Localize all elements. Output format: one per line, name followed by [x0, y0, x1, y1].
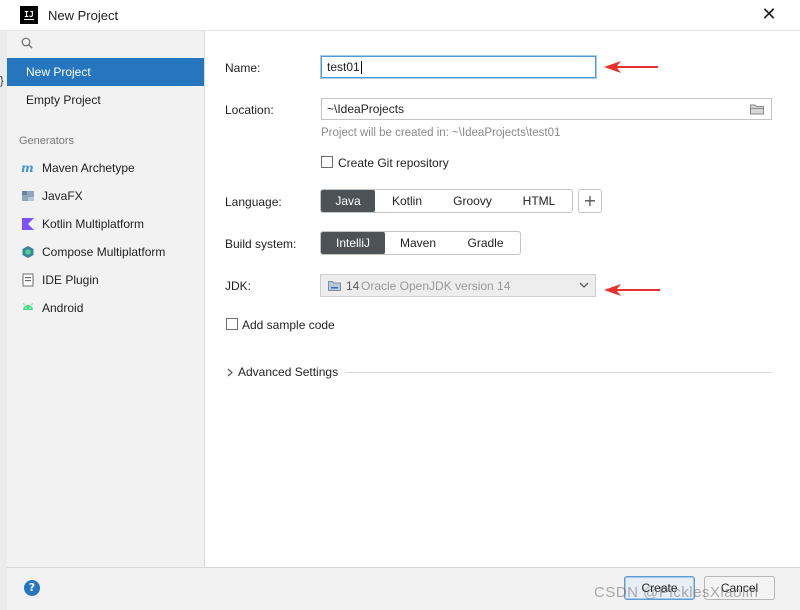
add-sample-code-checkbox[interactable]: [226, 318, 238, 330]
left-edge-glyph: }: [0, 75, 4, 87]
sidebar-item-javafx[interactable]: JavaFX: [7, 182, 204, 210]
advanced-settings-toggle[interactable]: Advanced Settings: [225, 365, 772, 381]
svg-text:m: m: [21, 161, 34, 175]
sidebar-item-label: Compose Multiplatform: [42, 245, 166, 259]
name-input[interactable]: test01: [321, 56, 596, 78]
language-option-java[interactable]: Java: [321, 190, 375, 212]
generators-header: Generators: [19, 135, 75, 147]
build-system-label: Build system:: [225, 237, 297, 251]
text-caret: [360, 61, 362, 75]
jdk-name: Oracle OpenJDK version 14: [361, 279, 511, 293]
create-git-label: Create Git repository: [338, 156, 449, 170]
cancel-button[interactable]: Cancel: [704, 576, 775, 600]
sidebar-item-ide-plugin[interactable]: IDE Plugin: [7, 266, 204, 294]
add-sample-code-label: Add sample code: [242, 318, 335, 332]
jdk-version: 14: [346, 279, 360, 293]
close-button[interactable]: ✕: [758, 4, 780, 26]
divider: [345, 372, 772, 373]
left-edge-strip: }: [0, 31, 7, 610]
annotation-arrow-icon: [604, 61, 658, 73]
language-segmented-control: Java Kotlin Groovy HTML: [320, 189, 573, 213]
help-button[interactable]: ?: [24, 580, 40, 596]
language-label: Language:: [225, 195, 282, 209]
sidebar-item-label: Maven Archetype: [42, 161, 135, 175]
language-option-html[interactable]: HTML: [506, 190, 572, 212]
location-input[interactable]: ~\IdeaProjects: [321, 98, 772, 120]
name-label: Name:: [225, 61, 261, 75]
dialog-footer: ? Create Cancel CSDN @PicklesXiaolin: [7, 567, 800, 610]
language-option-groovy[interactable]: Groovy: [439, 190, 506, 212]
maven-icon: m: [21, 161, 34, 175]
kotlin-icon: [22, 218, 34, 230]
location-label: Location:: [225, 103, 274, 117]
sidebar: New Project Empty Project Generators m M…: [7, 31, 205, 567]
compose-icon: [22, 246, 34, 258]
advanced-settings-label: Advanced Settings: [238, 365, 339, 379]
window-title: New Project: [48, 8, 119, 23]
build-option-gradle[interactable]: Gradle: [451, 232, 520, 254]
name-input-value: test01: [327, 60, 360, 74]
intellij-logo-icon: IJ: [20, 6, 38, 24]
folder-icon[interactable]: [750, 103, 764, 115]
sidebar-item-kotlin-multiplatform[interactable]: Kotlin Multiplatform: [7, 210, 204, 238]
jdk-label: JDK:: [225, 279, 252, 293]
title-bar: IJ New Project ✕: [0, 0, 800, 31]
annotation-arrow-icon: [604, 284, 660, 296]
sidebar-item-label: JavaFX: [42, 189, 83, 203]
sidebar-item-android[interactable]: Android: [7, 294, 204, 322]
android-icon: [23, 303, 33, 310]
build-option-intellij[interactable]: IntelliJ: [321, 232, 385, 254]
sidebar-item-maven-archetype[interactable]: m Maven Archetype: [7, 154, 204, 182]
sidebar-item-compose-multiplatform[interactable]: Compose Multiplatform: [7, 238, 204, 266]
create-git-checkbox[interactable]: [321, 156, 333, 168]
build-option-maven[interactable]: Maven: [385, 232, 451, 254]
language-option-kotlin[interactable]: Kotlin: [375, 190, 439, 212]
plugin-icon: [22, 273, 34, 287]
add-language-button[interactable]: +: [578, 189, 602, 213]
chevron-right-icon: [227, 368, 233, 377]
sidebar-item-empty-project[interactable]: Empty Project: [7, 86, 204, 114]
search-icon[interactable]: [21, 37, 33, 49]
location-hint: Project will be created in: ~\IdeaProjec…: [321, 127, 561, 139]
javafx-icon: [22, 191, 34, 201]
jdk-folder-icon: [328, 281, 341, 291]
sidebar-item-new-project[interactable]: New Project: [7, 58, 204, 86]
sidebar-item-label: Android: [42, 301, 84, 315]
sidebar-item-label: IDE Plugin: [42, 273, 99, 287]
build-system-segmented-control: IntelliJ Maven Gradle: [320, 231, 521, 255]
create-button[interactable]: Create: [624, 576, 695, 600]
jdk-dropdown[interactable]: 14 Oracle OpenJDK version 14: [320, 274, 596, 297]
chevron-down-icon: [579, 282, 589, 288]
sidebar-item-label: Kotlin Multiplatform: [42, 217, 145, 231]
